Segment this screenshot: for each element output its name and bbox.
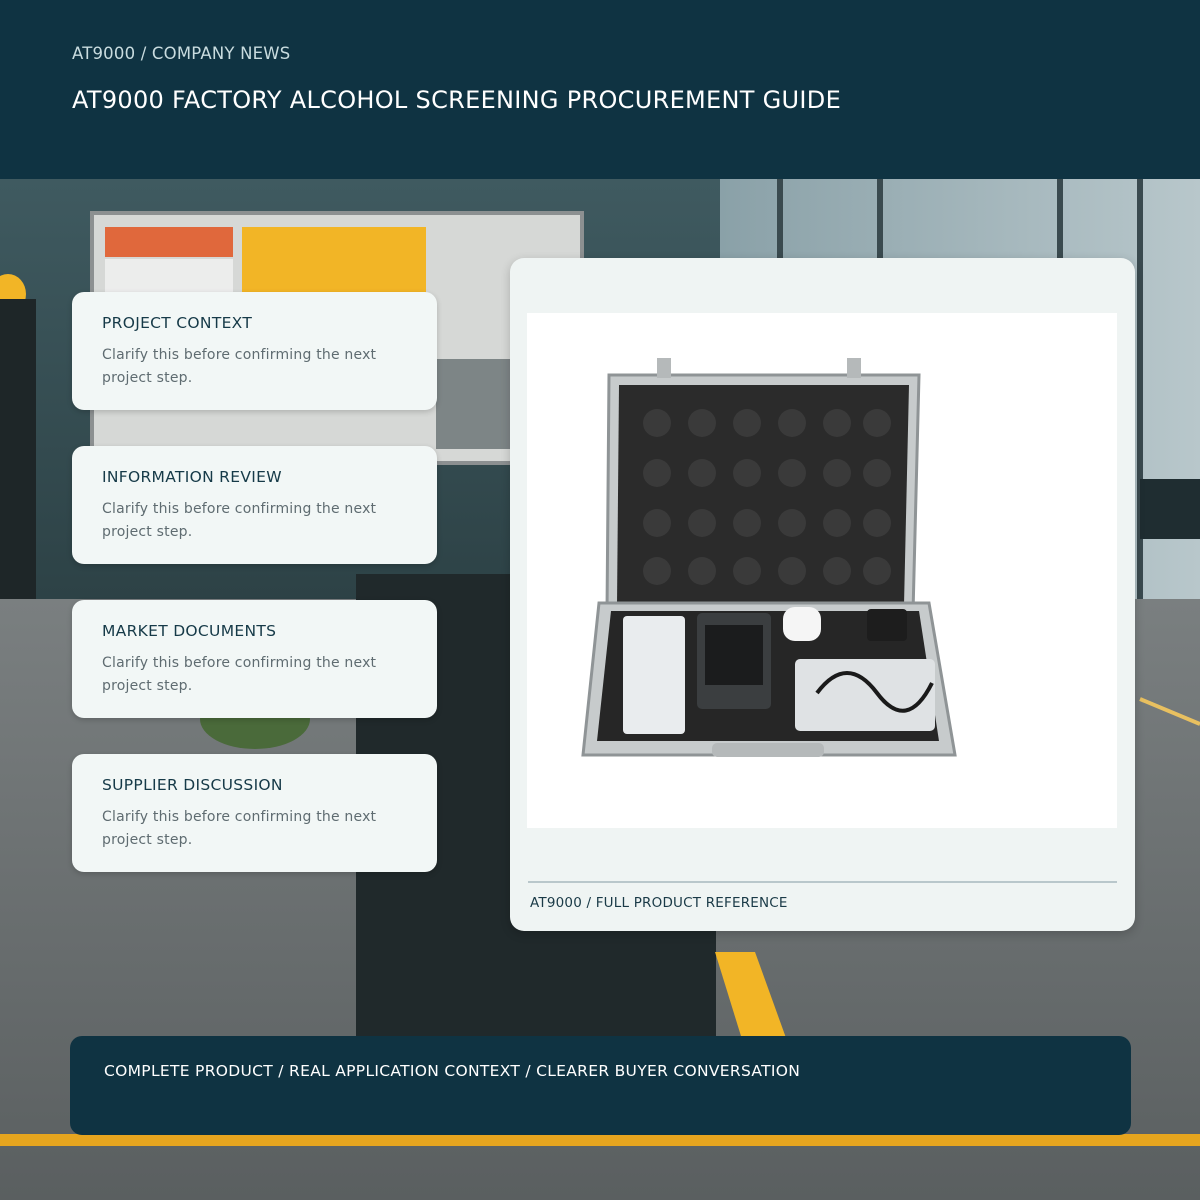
- product-photo[interactable]: [527, 313, 1117, 828]
- product-caption: AT9000 / FULL PRODUCT REFERENCE: [530, 895, 788, 911]
- breathalyzer-kit-case-illustration: [581, 358, 957, 757]
- product-panel: AT9000 / FULL PRODUCT REFERENCE: [510, 258, 1135, 931]
- card-supplier-discussion[interactable]: SUPPLIER DISCUSSION Clarify this before …: [72, 754, 437, 872]
- card-description: Clarify this before confirming the next …: [102, 501, 377, 540]
- divider: [528, 881, 1117, 883]
- banner-text: COMPLETE PRODUCT / REAL APPLICATION CONT…: [104, 1062, 801, 1080]
- card-market-documents[interactable]: MARKET DOCUMENTS Clarify this before con…: [72, 600, 437, 718]
- card-description: Clarify this before confirming the next …: [102, 347, 377, 386]
- card-description: Clarify this before confirming the next …: [102, 809, 377, 848]
- card-title: PROJECT CONTEXT: [102, 314, 253, 332]
- bottom-banner: COMPLETE PRODUCT / REAL APPLICATION CONT…: [70, 1036, 1131, 1135]
- page-title: AT9000 FACTORY ALCOHOL SCREENING PROCURE…: [72, 86, 842, 114]
- card-title: SUPPLIER DISCUSSION: [102, 776, 283, 794]
- card-description: Clarify this before confirming the next …: [102, 655, 377, 694]
- card-title: INFORMATION REVIEW: [102, 468, 282, 486]
- card-information-review[interactable]: INFORMATION REVIEW Clarify this before c…: [72, 446, 437, 564]
- breadcrumb[interactable]: AT9000 / COMPANY NEWS: [72, 44, 290, 63]
- card-title: MARKET DOCUMENTS: [102, 622, 277, 640]
- card-project-context[interactable]: PROJECT CONTEXT Clarify this before conf…: [72, 292, 437, 410]
- header-band: AT9000 / COMPANY NEWS AT9000 FACTORY ALC…: [0, 0, 1200, 179]
